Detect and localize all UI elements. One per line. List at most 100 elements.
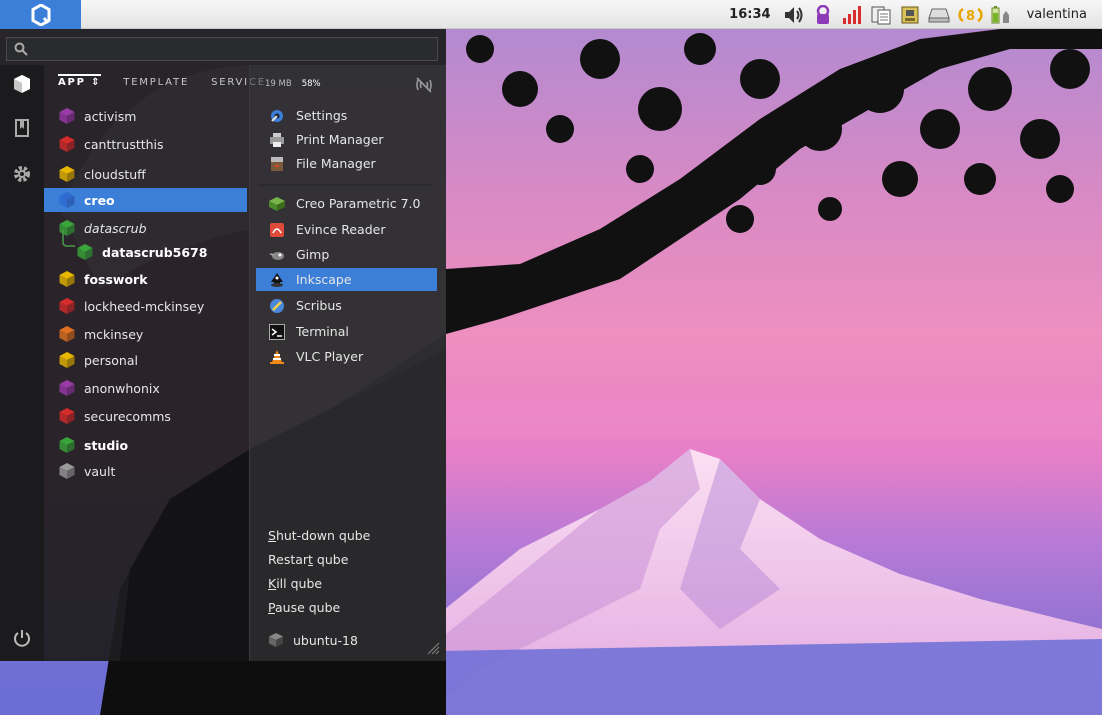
qube-cube-icon <box>59 136 75 152</box>
action-text: ill qube <box>276 576 323 591</box>
template-name: ubuntu-18 <box>293 632 358 648</box>
search-box[interactable] <box>6 37 438 61</box>
evince-icon <box>268 221 286 239</box>
qube-cube-icon <box>59 271 75 287</box>
devices-icon[interactable] <box>899 4 921 26</box>
creo-icon <box>268 195 286 213</box>
qube-item-fosswork[interactable]: fosswork <box>44 267 247 291</box>
settings-category-icon[interactable] <box>11 163 33 185</box>
qube-cube-icon <box>77 244 93 260</box>
qube-cube-icon <box>59 192 75 208</box>
tab-template[interactable]: TEMPLATE <box>123 77 189 93</box>
qube-item-activism[interactable]: activism <box>44 104 247 128</box>
apps-category-icon[interactable] <box>11 73 33 95</box>
action-accel: P <box>268 600 275 615</box>
app-settings[interactable]: Settings <box>256 104 437 127</box>
power-icon[interactable] <box>11 627 33 649</box>
clock[interactable]: 16:34 <box>729 7 770 22</box>
qube-item-studio[interactable]: studio <box>44 433 247 457</box>
app-creo-parametric[interactable]: Creo Parametric 7.0 <box>256 192 437 215</box>
app-label: Settings <box>296 108 348 123</box>
action-text: Restar <box>268 552 309 567</box>
qube-cube-icon <box>59 463 75 479</box>
qube-item-securecomms[interactable]: securecomms <box>44 404 247 428</box>
favorites-category-icon[interactable] <box>11 117 33 139</box>
qube-name: securecomms <box>84 408 171 424</box>
pause-qube-action[interactable]: Pause qube <box>268 600 340 615</box>
volume-icon[interactable] <box>783 4 805 26</box>
restart-qube-action[interactable]: Restart qube <box>268 552 348 567</box>
qube-name: activism <box>84 108 137 124</box>
printer-icon <box>268 131 286 149</box>
qube-name: creo <box>84 192 115 208</box>
network-off-icon[interactable] <box>414 76 434 94</box>
app-label: Terminal <box>296 324 349 339</box>
qube-name: cloudstuff <box>84 166 146 182</box>
template-cube-icon <box>269 633 283 647</box>
scribus-icon <box>268 297 286 315</box>
tab-app-label: APP <box>58 77 86 88</box>
app-file-manager[interactable]: File Manager <box>256 152 437 175</box>
kill-qube-action[interactable]: Kill qube <box>268 576 322 591</box>
updates-icon[interactable]: 8 <box>957 4 983 26</box>
action-text: qube <box>312 552 349 567</box>
system-tray: 16:34 8 valentina <box>729 0 1102 29</box>
disk-icon[interactable] <box>927 4 950 26</box>
purple-qube-icon[interactable] <box>812 4 834 26</box>
app-evince-reader[interactable]: Evince Reader <box>256 218 437 241</box>
app-scribus[interactable]: Scribus <box>256 294 437 317</box>
qube-item-cloudstuff[interactable]: cloudstuff <box>44 162 247 186</box>
app-label: Inkscape <box>296 272 352 287</box>
qube-item-datascrub5678[interactable]: datascrub5678 <box>44 230 247 264</box>
gimp-icon <box>268 246 286 264</box>
app-label: VLC Player <box>296 349 364 364</box>
app-gimp[interactable]: Gimp <box>256 243 437 266</box>
qube-cube-icon <box>59 352 75 368</box>
category-rail <box>0 65 44 661</box>
action-accel: K <box>268 576 277 591</box>
qube-cube-icon <box>59 380 75 396</box>
qube-cube-icon <box>59 108 75 124</box>
app-inkscape[interactable]: Inkscape <box>256 268 437 291</box>
tree-connector <box>62 230 75 247</box>
qubes-menu-button[interactable] <box>0 0 81 29</box>
qube-item-canttrustthis[interactable]: canttrustthis <box>44 132 247 156</box>
qube-item-creo[interactable]: creo <box>44 188 247 212</box>
qube-item-anonwhonix[interactable]: anonwhonix <box>44 376 247 400</box>
clipboard-icon[interactable] <box>870 4 892 26</box>
username[interactable]: valentina <box>1027 7 1087 22</box>
qube-cube-icon <box>59 326 75 342</box>
separator <box>258 184 433 186</box>
qube-name: datascrub <box>84 220 147 236</box>
app-vlc-player[interactable]: VLC Player <box>256 345 437 368</box>
tab-app[interactable]: APP ⇕ <box>58 74 102 93</box>
network-bars-icon[interactable] <box>841 4 863 26</box>
app-label: Evince Reader <box>296 222 386 237</box>
separator <box>258 515 433 517</box>
battery-icon[interactable] <box>990 4 1012 26</box>
qube-name: studio <box>84 437 129 453</box>
app-print-manager[interactable]: Print Manager <box>256 128 437 151</box>
qube-item-vault[interactable]: vault <box>44 459 247 483</box>
app-label: File Manager <box>296 156 376 171</box>
vlc-icon <box>268 348 286 366</box>
qube-name: fosswork <box>84 271 148 287</box>
terminal-icon <box>268 323 286 341</box>
app-label: Print Manager <box>296 132 384 147</box>
app-label: Gimp <box>296 247 330 262</box>
qube-item-personal[interactable]: personal <box>44 348 247 372</box>
template-info[interactable]: ubuntu-18 <box>268 632 358 648</box>
qube-item-lockheed-mckinsey[interactable]: lockheed-mckinsey <box>44 294 247 318</box>
shutdown-qube-action[interactable]: Shut-down qube <box>268 528 370 543</box>
inkscape-icon <box>268 271 286 289</box>
resize-grip-icon[interactable] <box>426 641 440 655</box>
qube-name: anonwhonix <box>84 380 160 396</box>
qube-cube-icon <box>59 437 75 453</box>
cpu-usage: 58% <box>301 79 321 89</box>
app-label: Creo Parametric 7.0 <box>296 196 421 211</box>
qube-cube-icon <box>59 166 75 182</box>
qube-name: vault <box>84 463 116 479</box>
search-input[interactable] <box>35 40 434 60</box>
qube-item-mckinsey[interactable]: mckinsey <box>44 322 247 346</box>
app-terminal[interactable]: Terminal <box>256 320 437 343</box>
